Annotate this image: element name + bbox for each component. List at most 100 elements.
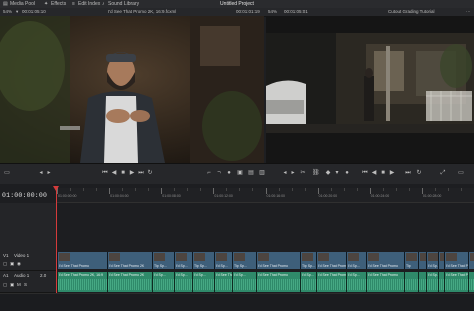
video-clip[interactable]: Tip Sp...: [192, 252, 214, 269]
auto-select-icon[interactable]: ▣: [10, 261, 14, 267]
audio-clip[interactable]: I'd Sp...: [152, 272, 174, 292]
ruler-minor-tick: [460, 188, 462, 191]
viewer-options-icon[interactable]: ⋯: [466, 9, 471, 15]
fullscreen-icon[interactable]: ⤢: [440, 170, 446, 176]
stop-icon[interactable]: ■: [120, 170, 126, 176]
audio-clip[interactable]: [468, 272, 474, 292]
record-icon[interactable]: ●: [226, 170, 232, 176]
mark-out-icon[interactable]: ¬: [216, 170, 222, 176]
audio-clip[interactable]: I'd Sp...: [232, 272, 256, 292]
video-clip[interactable]: I'd See That Promo: [444, 252, 468, 269]
video-clip[interactable]: Tip Sp...: [300, 252, 316, 269]
eye-icon[interactable]: ◉: [17, 261, 21, 267]
lock-icon[interactable]: ▢: [3, 261, 7, 267]
audio-clip[interactable]: [418, 272, 426, 292]
audio-clip[interactable]: I'd See That Promo: [444, 272, 468, 292]
audio-clip[interactable]: [404, 272, 418, 292]
program-skip-end-icon[interactable]: ⏭: [405, 170, 411, 176]
color-flag-icon[interactable]: ●: [344, 170, 350, 176]
jog-left-icon[interactable]: ◂: [38, 170, 44, 176]
audio-clip[interactable]: I'd Sp...: [174, 272, 192, 292]
program-frame-image: [266, 16, 474, 163]
source-viewer[interactable]: [0, 16, 264, 163]
audio-clip-label: I'd See That Promo: [258, 273, 288, 277]
audio-track-lane[interactable]: I'd See That Promo 2K, 16:9 I'd See That …: [57, 272, 474, 292]
video-clip[interactable]: I'd See That Promo: [316, 252, 346, 269]
video-clip[interactable]: I'd See That Promo: [366, 252, 404, 269]
replace-icon[interactable]: ▥: [259, 170, 265, 176]
program-stop-icon[interactable]: ■: [380, 170, 386, 176]
video-clip[interactable]: [418, 252, 426, 269]
solo-icon[interactable]: S: [24, 282, 27, 287]
video-clip[interactable]: I'd Sp...: [174, 252, 192, 269]
marker-icon[interactable]: ▾: [334, 170, 340, 176]
play-reverse-icon[interactable]: ◀: [111, 170, 117, 176]
video-clip[interactable]: I'd See That Promo: [256, 252, 300, 269]
clip-thumbnail: [302, 253, 313, 261]
audio-clip[interactable]: I'd See That Promo: [316, 272, 346, 292]
mute-icon[interactable]: M: [17, 282, 21, 287]
video-clip[interactable]: Tip Sp...: [232, 252, 256, 269]
ruler-minor-tick: [304, 188, 306, 191]
audio-waveform: [427, 279, 438, 290]
viewer-settings-icon[interactable]: ▭: [4, 170, 10, 176]
video-clip-label: Tip Sp...: [194, 264, 207, 268]
video-clip[interactable]: I'd Sp...: [426, 252, 438, 269]
program-play-icon[interactable]: ▶: [389, 170, 395, 176]
playhead[interactable]: [56, 188, 57, 310]
video-clip[interactable]: Tip Sp...: [152, 252, 174, 269]
skip-start-icon[interactable]: ⏮: [102, 170, 108, 176]
video-track-lane[interactable]: I'd See That Promo I'd See That Promo 2K T…: [57, 252, 474, 269]
audio-waveform: [193, 279, 214, 290]
audio-clip-label: I'd Sp...: [348, 273, 360, 277]
play-icon[interactable]: ▶: [129, 170, 135, 176]
timeline-ruler[interactable]: 01:00:00:00 01:00:04:00 01:00:08:00 01:00:1…: [57, 188, 474, 203]
source-zoom[interactable]: 54%: [3, 9, 12, 14]
video-clip[interactable]: Tip: [404, 252, 418, 269]
clip-thumbnail: [428, 253, 438, 261]
ruler-minor-tick: [174, 188, 176, 191]
mark-in-icon[interactable]: ⌐: [206, 170, 212, 176]
audio-lock-icon[interactable]: ▢: [3, 282, 7, 288]
audio-auto-select-icon[interactable]: ▣: [10, 282, 14, 288]
audio-clip[interactable]: I'd See That Promo 2K: [107, 272, 152, 292]
overwrite-icon[interactable]: ▣: [237, 170, 243, 176]
source-clip-name[interactable]: I'd See That Promo 2K, 16:9.fcxml: [108, 9, 176, 14]
video-clip[interactable]: I'd Sp...: [346, 252, 366, 269]
jog-right-icon[interactable]: ▸: [46, 170, 52, 176]
audio-track-name[interactable]: Audio 1: [14, 273, 29, 278]
ruler-minor-tick: [434, 188, 436, 191]
program-jog-left-icon[interactable]: ◂: [282, 170, 288, 176]
audio-clip[interactable]: I'd See That Promo: [256, 272, 300, 292]
audio-clip[interactable]: I'd Sp...: [426, 272, 438, 292]
program-play-reverse-icon[interactable]: ◀: [371, 170, 377, 176]
video-clip[interactable]: I'd See That Promo 2K: [107, 252, 152, 269]
program-skip-start-icon[interactable]: ⏮: [362, 170, 368, 176]
insert-icon[interactable]: ▤: [248, 170, 254, 176]
video-clip[interactable]: [468, 252, 474, 269]
audio-clip[interactable]: I'd Sp...: [192, 272, 214, 292]
program-zoom[interactable]: 54%: [268, 9, 277, 14]
loop-icon[interactable]: ↻: [147, 170, 153, 176]
video-track-name[interactable]: Video 1: [14, 253, 29, 258]
source-timecode: 00:01:05:10: [22, 9, 46, 14]
audio-clip[interactable]: I'd Sp...: [300, 272, 316, 292]
video-clip[interactable]: I'd See That Promo: [57, 252, 107, 269]
ruler-minor-tick: [330, 188, 332, 191]
audio-clip[interactable]: I'd See That Promo: [366, 272, 404, 292]
program-viewer[interactable]: [266, 16, 474, 163]
audio-clip[interactable]: I'd Sp...: [346, 272, 366, 292]
skip-end-icon[interactable]: ⏭: [138, 170, 144, 176]
timeline-timecode: 01:00:00:00: [2, 192, 48, 199]
video-clip[interactable]: I'd Sp...: [214, 252, 232, 269]
program-options-icon[interactable]: ▭: [458, 170, 464, 176]
flag-icon[interactable]: ◆: [325, 170, 331, 176]
audio-clip[interactable]: I'd See That Promo: [214, 272, 232, 292]
clip-thumbnail: [234, 253, 245, 261]
blade-tool-icon[interactable]: ✂: [300, 170, 306, 176]
audio-clip[interactable]: I'd See That Promo 2K, 16:9: [57, 272, 107, 292]
link-icon[interactable]: ⛓: [312, 170, 320, 176]
program-jog-right-icon[interactable]: ▸: [290, 170, 296, 176]
source-dropdown-icon[interactable]: ▾: [16, 9, 18, 15]
program-loop-icon[interactable]: ↻: [416, 170, 422, 176]
